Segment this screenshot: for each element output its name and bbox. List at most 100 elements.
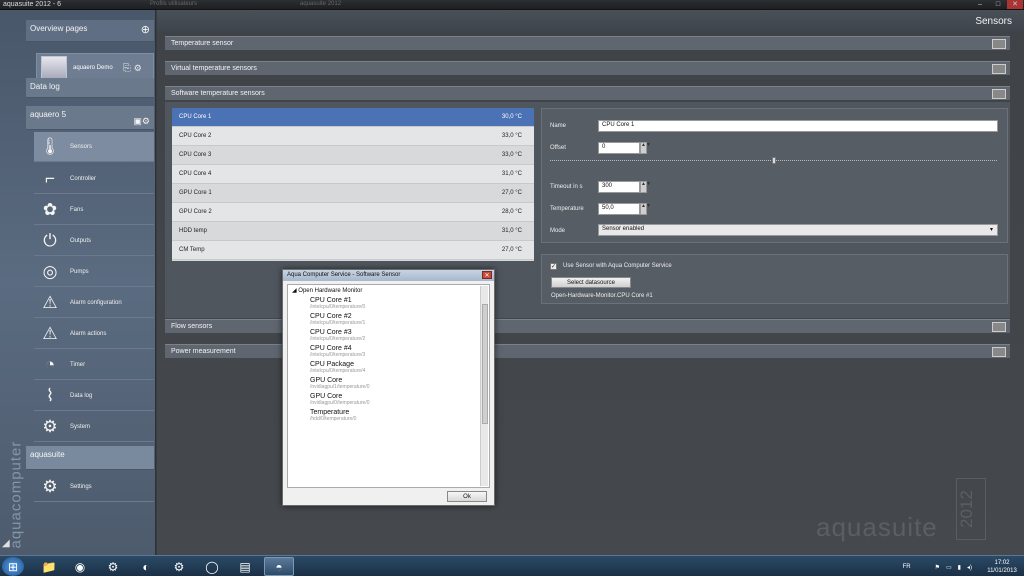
tree-item-path: /intelcpu/0/temperature/1 xyxy=(310,320,366,326)
nav-settings[interactable]: ⚙ Settings xyxy=(34,472,154,502)
tree-item[interactable]: Temperature/hdd/0/temperature/0 xyxy=(288,408,489,424)
panel-title: Flow sensors xyxy=(171,323,213,330)
tree-item-name: CPU Core #3 xyxy=(310,329,352,336)
panel-software-temperature-sensors[interactable]: Software temperature sensors xyxy=(165,86,1010,100)
ghost-tab[interactable]: aquasuite 2012 xyxy=(300,1,341,7)
ghost-tab[interactable]: Profils utilisateurs xyxy=(150,1,197,7)
ok-button[interactable]: Ok xyxy=(447,491,487,502)
network-icon[interactable]: ▮ xyxy=(958,564,961,571)
nav-label: Outputs xyxy=(70,237,92,244)
steam-icon[interactable]: ⚙ xyxy=(164,557,194,576)
list-item[interactable]: HDD temp 31,0 °C xyxy=(172,222,534,241)
expand-icon[interactable] xyxy=(992,39,1006,49)
chrome-icon[interactable]: ◉ xyxy=(65,557,95,576)
explorer-icon[interactable]: 📁 xyxy=(34,557,64,576)
tree-item[interactable]: GPU Core/nvidiagpu/0/temperature/0 xyxy=(288,392,489,408)
name-label: Name xyxy=(550,123,567,129)
monitor-icon[interactable]: ▤ xyxy=(230,557,260,576)
close-icon[interactable]: ✕ xyxy=(482,271,492,279)
aquasuite-taskbar-icon[interactable]: ◓ xyxy=(264,557,294,576)
fan-icon: ✿ xyxy=(42,199,58,219)
select-datasource-button[interactable]: Select datasource xyxy=(551,277,631,288)
name-field[interactable]: CPU Core 1 xyxy=(598,120,998,132)
browser-icon[interactable]: ◐ xyxy=(131,557,161,576)
nav-fans[interactable]: ✿ Fans xyxy=(34,195,154,225)
nav-label: Alarm configuration xyxy=(70,299,122,306)
taskbar: ⊞ 📁 ◉ ⚙ ◐ ⚙ ◯ ▤ ◓ FR ⚑ ▭ ▮ ◂) 17:02 11/0… xyxy=(0,555,1024,576)
mode-label: Mode xyxy=(550,228,566,234)
slider-handle[interactable] xyxy=(772,157,776,164)
data-log-header[interactable]: Data log xyxy=(26,78,154,98)
panel-temperature-sensor[interactable]: Temperature sensor xyxy=(165,36,1010,50)
expand-icon[interactable] xyxy=(992,322,1006,332)
close-button[interactable]: ✕ xyxy=(1007,0,1023,9)
lock-icon[interactable]: ⚙ xyxy=(134,63,142,74)
tree-item-path: /intelcpu/0/temperature/4 xyxy=(310,368,366,374)
add-icon[interactable]: ⊕ xyxy=(141,23,150,36)
start-button[interactable]: ⊞ xyxy=(2,557,24,576)
tree-item[interactable]: GPU Core/nvidiagpu/1/temperature/0 xyxy=(288,376,489,392)
collapse-icon[interactable] xyxy=(992,89,1006,99)
offset-slider[interactable] xyxy=(550,157,997,164)
scrollbar-thumb[interactable] xyxy=(482,304,488,424)
use-service-checkbox[interactable]: ✓ xyxy=(550,263,557,270)
origin-icon[interactable]: ◯ xyxy=(197,557,227,576)
device-header[interactable]: aquaero 5 ▣⚙ xyxy=(26,106,154,130)
maximize-button[interactable]: □ xyxy=(990,0,1006,9)
nav-controller[interactable]: ⌐ Controller xyxy=(34,164,154,194)
list-item[interactable]: CPU Core 2 33,0 °C xyxy=(172,127,534,146)
scrollbar[interactable] xyxy=(480,286,488,486)
export-icon[interactable]: ⎘ xyxy=(123,63,131,74)
nav-timer[interactable]: ◔ Timer xyxy=(34,350,154,380)
battery-icon[interactable]: ▭ xyxy=(946,564,952,571)
nav-system[interactable]: ⚙ System xyxy=(34,412,154,442)
sensor-name: GPU Core 1 xyxy=(179,190,212,196)
timer-icon: ◔ xyxy=(44,354,56,374)
offset-stepper[interactable]: ▲▼ xyxy=(640,142,651,154)
timeout-stepper[interactable]: ▲▼ xyxy=(640,181,651,193)
save-settings-icon[interactable]: ▣⚙ xyxy=(133,116,150,127)
gear-icon: ⚙ xyxy=(42,476,58,496)
app-icon[interactable]: ⚙ xyxy=(98,557,128,576)
offset-label: Offset xyxy=(550,145,566,151)
list-item[interactable]: GPU Core 2 28,0 °C xyxy=(172,203,534,222)
overview-pages-header[interactable]: Overview pages ⊕ xyxy=(26,20,154,42)
minimize-button[interactable]: – xyxy=(972,0,988,9)
collapse-triangle-icon[interactable]: ◢ xyxy=(292,288,297,294)
nav-alarm-configuration[interactable]: ⚠ Alarm configuration xyxy=(34,288,154,318)
aquasuite-header[interactable]: aquasuite xyxy=(26,446,154,470)
list-item[interactable]: GPU Core 1 27,0 °C xyxy=(172,184,534,203)
list-item[interactable]: CPU Core 1 30,0 °C xyxy=(172,108,534,127)
clock[interactable]: 17:02 11/01/2013 xyxy=(982,559,1022,575)
volume-icon[interactable]: ◂) xyxy=(967,564,972,571)
list-item[interactable]: CPU Core 3 33,0 °C xyxy=(172,146,534,165)
language-indicator[interactable]: FR xyxy=(903,564,911,570)
timeout-field[interactable]: 300 xyxy=(598,181,640,193)
nav-label: Pumps xyxy=(70,268,89,275)
list-item[interactable]: CM Temp 27,0 °C xyxy=(172,241,534,260)
list-item[interactable]: CPU Core 4 31,0 °C xyxy=(172,165,534,184)
tree-root[interactable]: ◢ Open Hardware Monitor xyxy=(288,285,489,296)
nav-alarm-actions[interactable]: ⚠ Alarm actions xyxy=(34,319,154,349)
chevron-down-icon[interactable]: ▾ xyxy=(990,226,993,233)
temperature-stepper[interactable]: ▲▼ xyxy=(640,203,651,215)
panel-virtual-temperature-sensors[interactable]: Virtual temperature sensors xyxy=(165,61,1010,75)
panel-title: Virtual temperature sensors xyxy=(171,65,257,72)
nav-data-log[interactable]: ⌇ Data log xyxy=(34,381,154,411)
nav-pumps[interactable]: ◎ Pumps xyxy=(34,257,154,287)
mode-select[interactable]: Sensor enabled xyxy=(598,224,998,236)
tree-item[interactable]: CPU Core #1/intelcpu/0/temperature/0 xyxy=(288,296,489,312)
tree-root-label: Open Hardware Monitor xyxy=(298,288,363,294)
temperature-field[interactable]: 50,0 xyxy=(598,203,640,215)
tree-item[interactable]: CPU Core #3/intelcpu/0/temperature/2 xyxy=(288,328,489,344)
offset-field[interactable]: 0 xyxy=(598,142,640,154)
nav-outputs[interactable]: ⏻ Outputs xyxy=(34,226,154,256)
expand-icon[interactable] xyxy=(992,347,1006,357)
expand-icon[interactable] xyxy=(992,64,1006,74)
nav-sensors[interactable]: 🌡 Sensors xyxy=(34,132,154,162)
sensor-value: 27,0 °C xyxy=(501,190,522,196)
tree-item[interactable]: CPU Package/intelcpu/0/temperature/4 xyxy=(288,360,489,376)
tree-item[interactable]: CPU Core #2/intelcpu/0/temperature/1 xyxy=(288,312,489,328)
tree-item[interactable]: CPU Core #4/intelcpu/0/temperature/3 xyxy=(288,344,489,360)
flag-icon[interactable]: ⚑ xyxy=(935,564,940,571)
